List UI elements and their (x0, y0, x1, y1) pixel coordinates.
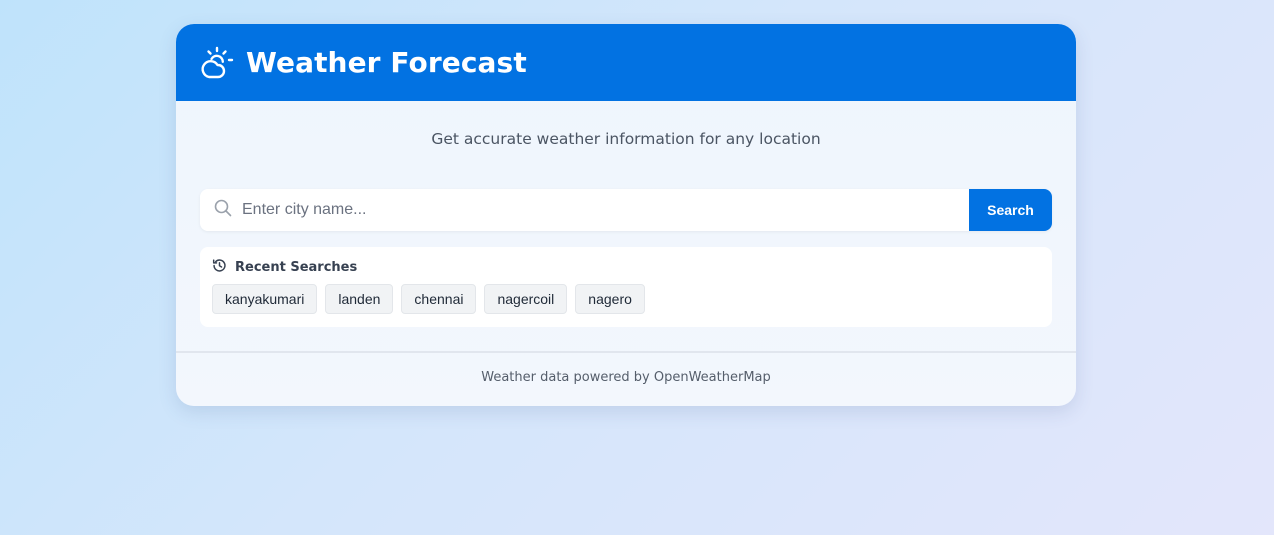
search-field-wrapper[interactable] (200, 189, 969, 231)
footer-divider (176, 351, 1076, 353)
recent-searches-panel: Recent Searches kanyakumari landen chenn… (200, 247, 1052, 327)
search-bar: Search (200, 189, 1052, 231)
attribution-footer: Weather data powered by OpenWeatherMap (481, 370, 771, 385)
history-icon (212, 258, 227, 277)
recent-searches-list: kanyakumari landen chennai nagercoil nag… (212, 284, 1040, 314)
recent-search-chip[interactable]: nagercoil (484, 284, 568, 314)
partly-cloudy-icon (198, 46, 234, 80)
recent-search-chip[interactable]: chennai (401, 284, 477, 314)
recent-search-chip[interactable]: landen (325, 284, 394, 314)
search-icon (214, 199, 232, 221)
recent-search-chip[interactable]: nagero (575, 284, 645, 314)
card-header: Weather Forecast (176, 24, 1076, 101)
recent-searches-header: Recent Searches (212, 258, 1040, 277)
weather-card: Weather Forecast Get accurate weather in… (176, 24, 1076, 406)
app-subtitle: Get accurate weather information for any… (431, 130, 821, 148)
search-button[interactable]: Search (969, 189, 1052, 231)
recent-searches-heading: Recent Searches (235, 259, 358, 275)
recent-search-chip[interactable]: kanyakumari (212, 284, 318, 314)
app-title: Weather Forecast (246, 46, 527, 79)
city-search-input[interactable] (240, 200, 944, 220)
